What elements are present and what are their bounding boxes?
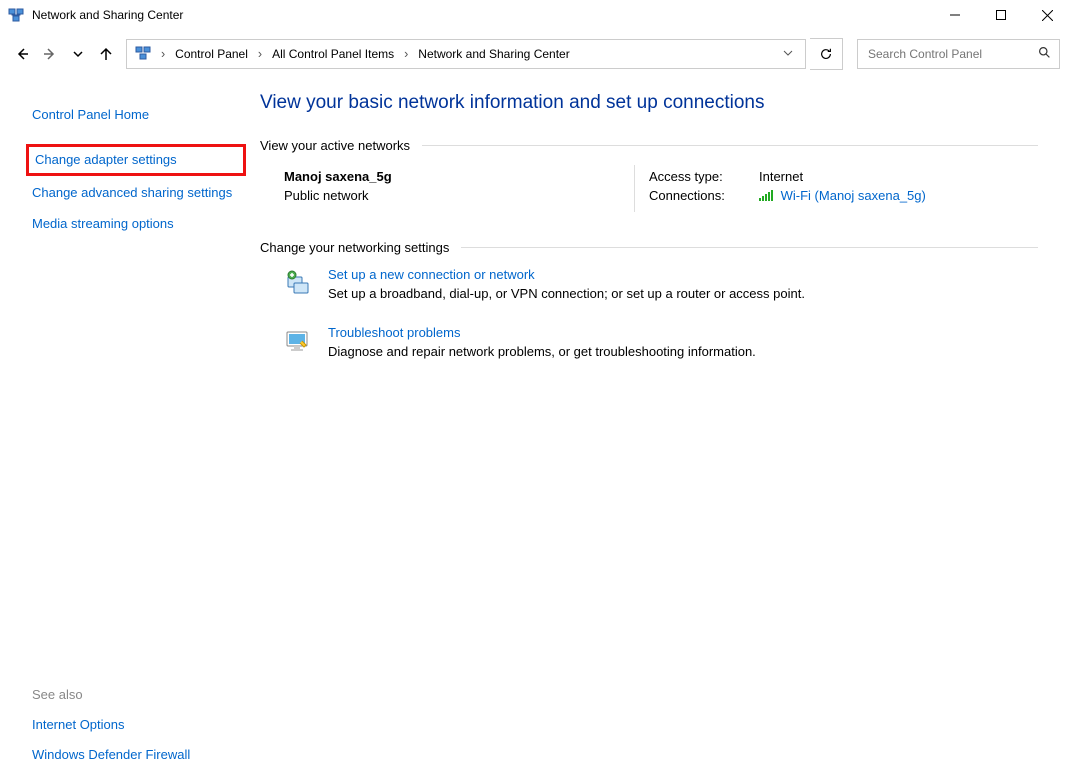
maximize-button[interactable] (978, 0, 1024, 30)
network-name: Manoj saxena_5g (284, 169, 634, 184)
task-setup-connection-link[interactable]: Set up a new connection or network (328, 267, 535, 282)
sidebar-control-panel-home[interactable]: Control Panel Home (32, 100, 240, 130)
title-bar: Network and Sharing Center (0, 0, 1070, 30)
troubleshoot-icon (284, 327, 312, 355)
sidebar-change-advanced-sharing[interactable]: Change advanced sharing settings (32, 178, 240, 208)
minimize-button[interactable] (932, 0, 978, 30)
see-also-internet-options[interactable]: Internet Options (32, 710, 240, 740)
refresh-button[interactable] (810, 38, 843, 70)
window-title: Network and Sharing Center (32, 8, 932, 22)
breadcrumb-network-sharing[interactable]: Network and Sharing Center (412, 45, 575, 63)
access-type-label: Access type: (649, 169, 759, 184)
task-setup-connection-desc: Set up a broadband, dial-up, or VPN conn… (328, 286, 1038, 301)
breadcrumb-all-items[interactable]: All Control Panel Items (266, 45, 400, 63)
network-center-icon (8, 7, 24, 23)
up-button[interactable] (94, 40, 118, 68)
page-heading: View your basic network information and … (260, 92, 1038, 114)
chevron-right-icon[interactable]: › (256, 47, 264, 61)
task-setup-connection: Set up a new connection or network Set u… (284, 267, 1038, 301)
toolbar: › Control Panel › All Control Panel Item… (0, 30, 1070, 78)
task-troubleshoot: Troubleshoot problems Diagnose and repai… (284, 325, 1038, 359)
forward-button[interactable] (38, 40, 62, 68)
search-icon[interactable] (1038, 46, 1051, 62)
wifi-signal-icon (759, 189, 773, 204)
see-also-heading: See also (32, 687, 240, 702)
sidebar: Control Panel Home Change adapter settin… (0, 78, 250, 780)
network-center-icon (135, 45, 153, 63)
change-settings-header: Change your networking settings (260, 240, 1038, 255)
address-bar[interactable]: › Control Panel › All Control Panel Item… (126, 39, 806, 69)
close-button[interactable] (1024, 0, 1070, 30)
address-dropdown[interactable] (775, 47, 801, 61)
task-troubleshoot-link[interactable]: Troubleshoot problems (328, 325, 460, 340)
network-type: Public network (284, 188, 634, 203)
connection-link[interactable]: Wi-Fi (Manoj saxena_5g) (781, 188, 926, 203)
connections-label: Connections: (649, 188, 759, 204)
access-type-value: Internet (759, 169, 803, 184)
active-networks-header: View your active networks (260, 138, 1038, 153)
recent-dropdown[interactable] (66, 40, 90, 68)
sidebar-media-streaming[interactable]: Media streaming options (32, 209, 240, 239)
search-box[interactable] (857, 39, 1060, 69)
main-content: View your basic network information and … (250, 78, 1070, 780)
active-networks: Manoj saxena_5g Public network Access ty… (284, 165, 1038, 212)
sidebar-change-adapter-settings[interactable]: Change adapter settings (26, 144, 246, 176)
see-also-defender-firewall[interactable]: Windows Defender Firewall (32, 740, 240, 770)
back-button[interactable] (10, 40, 34, 68)
search-input[interactable] (866, 46, 1038, 62)
setup-connection-icon (284, 269, 312, 297)
chevron-right-icon[interactable]: › (159, 47, 167, 61)
breadcrumb-control-panel[interactable]: Control Panel (169, 45, 254, 63)
chevron-right-icon[interactable]: › (402, 47, 410, 61)
task-troubleshoot-desc: Diagnose and repair network problems, or… (328, 344, 1038, 359)
